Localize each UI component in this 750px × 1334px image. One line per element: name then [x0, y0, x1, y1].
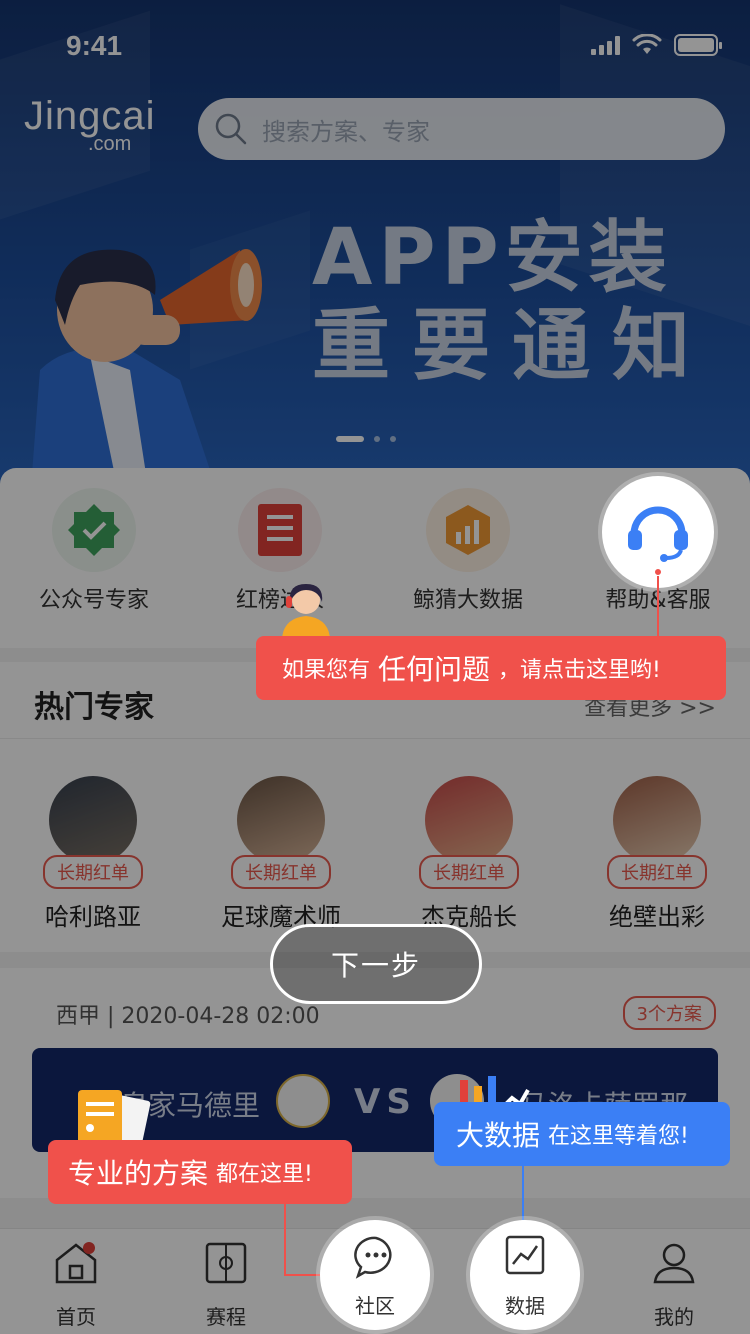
- bar-chart-icon: [426, 488, 510, 572]
- expert-name: 绝壁出彩: [609, 903, 705, 931]
- next-step-button[interactable]: 下一步: [270, 924, 482, 1004]
- expert-card[interactable]: 长期红单 足球魔术师: [206, 776, 356, 932]
- tab-label: 社区: [355, 1294, 395, 1318]
- tab-home[interactable]: 首页: [26, 1240, 126, 1330]
- tooltip-text: 都在这里!: [216, 1162, 313, 1187]
- shield-check-icon: [52, 488, 136, 572]
- versus-label: VS: [354, 1082, 417, 1122]
- schedule-icon: [205, 1242, 247, 1284]
- tab-schedule[interactable]: 赛程: [176, 1240, 276, 1330]
- help-tooltip: 如果您有 任何问题 ，请点击这里哟!: [256, 636, 726, 700]
- promo-banner[interactable]: 9:41 Jingcai .com 搜索方案、专家 APP安装 重要通知: [0, 0, 750, 500]
- tab-label: 首页: [56, 1305, 96, 1329]
- expert-card[interactable]: 长期红单 杰克船长: [394, 776, 544, 932]
- tooltip-highlight: 任何问题: [378, 653, 491, 686]
- headset-icon: [628, 506, 688, 562]
- tooltip-text: 在这里等着您!: [548, 1124, 689, 1149]
- avatar: [49, 776, 137, 864]
- megaphone-person-illustration: [30, 249, 262, 500]
- quick-link-label: 鲸猜大数据: [412, 588, 523, 613]
- match-league-time: 西甲 | 2020-04-28 02:00: [56, 1004, 320, 1029]
- expert-tag: 长期红单: [231, 855, 331, 889]
- expert-tag: 长期红单: [607, 855, 707, 889]
- battery-icon: [674, 34, 722, 56]
- tab-label: 数据: [505, 1294, 545, 1318]
- expert-card[interactable]: 长期红单 绝壁出彩: [582, 776, 732, 932]
- home-team-crest-icon: [276, 1074, 330, 1128]
- helper-mascot-illustration: [282, 584, 330, 638]
- search-placeholder: 搜索方案、专家: [262, 117, 430, 146]
- divider: [0, 738, 750, 739]
- home-icon: [55, 1242, 97, 1284]
- tab-label: 赛程: [206, 1305, 246, 1329]
- status-time: 9:41: [66, 30, 123, 61]
- signal-icon: [591, 35, 620, 55]
- tab-label: 我的: [654, 1305, 694, 1329]
- search-icon: [215, 113, 247, 145]
- brand-logo: Jingcai .com: [24, 96, 156, 154]
- tooltip-highlight: 大数据: [456, 1119, 541, 1152]
- chat-bubble-icon: [354, 1236, 392, 1279]
- avatar: [425, 776, 513, 864]
- wifi-icon: [632, 34, 662, 54]
- tooltip-text: ，请点击这里哟!: [498, 658, 661, 683]
- tab-data[interactable]: 数据: [470, 1220, 580, 1330]
- carousel-dot-active: [336, 436, 364, 442]
- quick-link-official-experts[interactable]: 公众号专家: [34, 488, 154, 614]
- headline-line-1: APP安装: [312, 213, 673, 303]
- avatar: [237, 776, 325, 864]
- quick-link-big-data[interactable]: 鲸猜大数据: [408, 488, 528, 614]
- tab-profile[interactable]: 我的: [624, 1240, 724, 1330]
- logo-text: Jingcai: [24, 94, 156, 138]
- plan-count-badge: 3个方案: [622, 996, 716, 1030]
- plan-tooltip: 专业的方案 都在这里!: [48, 1140, 352, 1204]
- tooltip-highlight: 专业的方案: [68, 1157, 209, 1190]
- avatar: [613, 776, 701, 864]
- pointer-line: [522, 1166, 524, 1222]
- document-list-icon: [238, 488, 322, 572]
- user-icon: [653, 1243, 695, 1284]
- tooltip-text: 如果您有: [282, 658, 371, 683]
- expert-tag: 长期红单: [43, 855, 143, 889]
- trend-chart-icon: [505, 1235, 545, 1275]
- data-tooltip: 大数据 在这里等着您!: [434, 1102, 730, 1166]
- pointer-line: [657, 576, 659, 638]
- quick-link-label: 公众号专家: [38, 588, 149, 613]
- expert-card[interactable]: 长期红单 哈利路亚: [18, 776, 168, 932]
- pointer-line: [284, 1204, 286, 1276]
- document-icon: [78, 1090, 151, 1148]
- carousel-dot: [390, 436, 396, 442]
- banner-headline: APP安装 重要通知: [312, 214, 712, 390]
- headline-line-2: 重要通知: [312, 301, 713, 391]
- status-icons: [591, 34, 722, 56]
- tab-community[interactable]: 社区: [320, 1220, 430, 1330]
- carousel-dot: [374, 436, 380, 442]
- expert-tag: 长期红单: [419, 855, 519, 889]
- search-input[interactable]: 搜索方案、专家: [198, 98, 725, 160]
- carousel-dots: [336, 436, 396, 442]
- section-title: 热门专家: [34, 690, 154, 725]
- expert-name: 哈利路亚: [45, 903, 141, 931]
